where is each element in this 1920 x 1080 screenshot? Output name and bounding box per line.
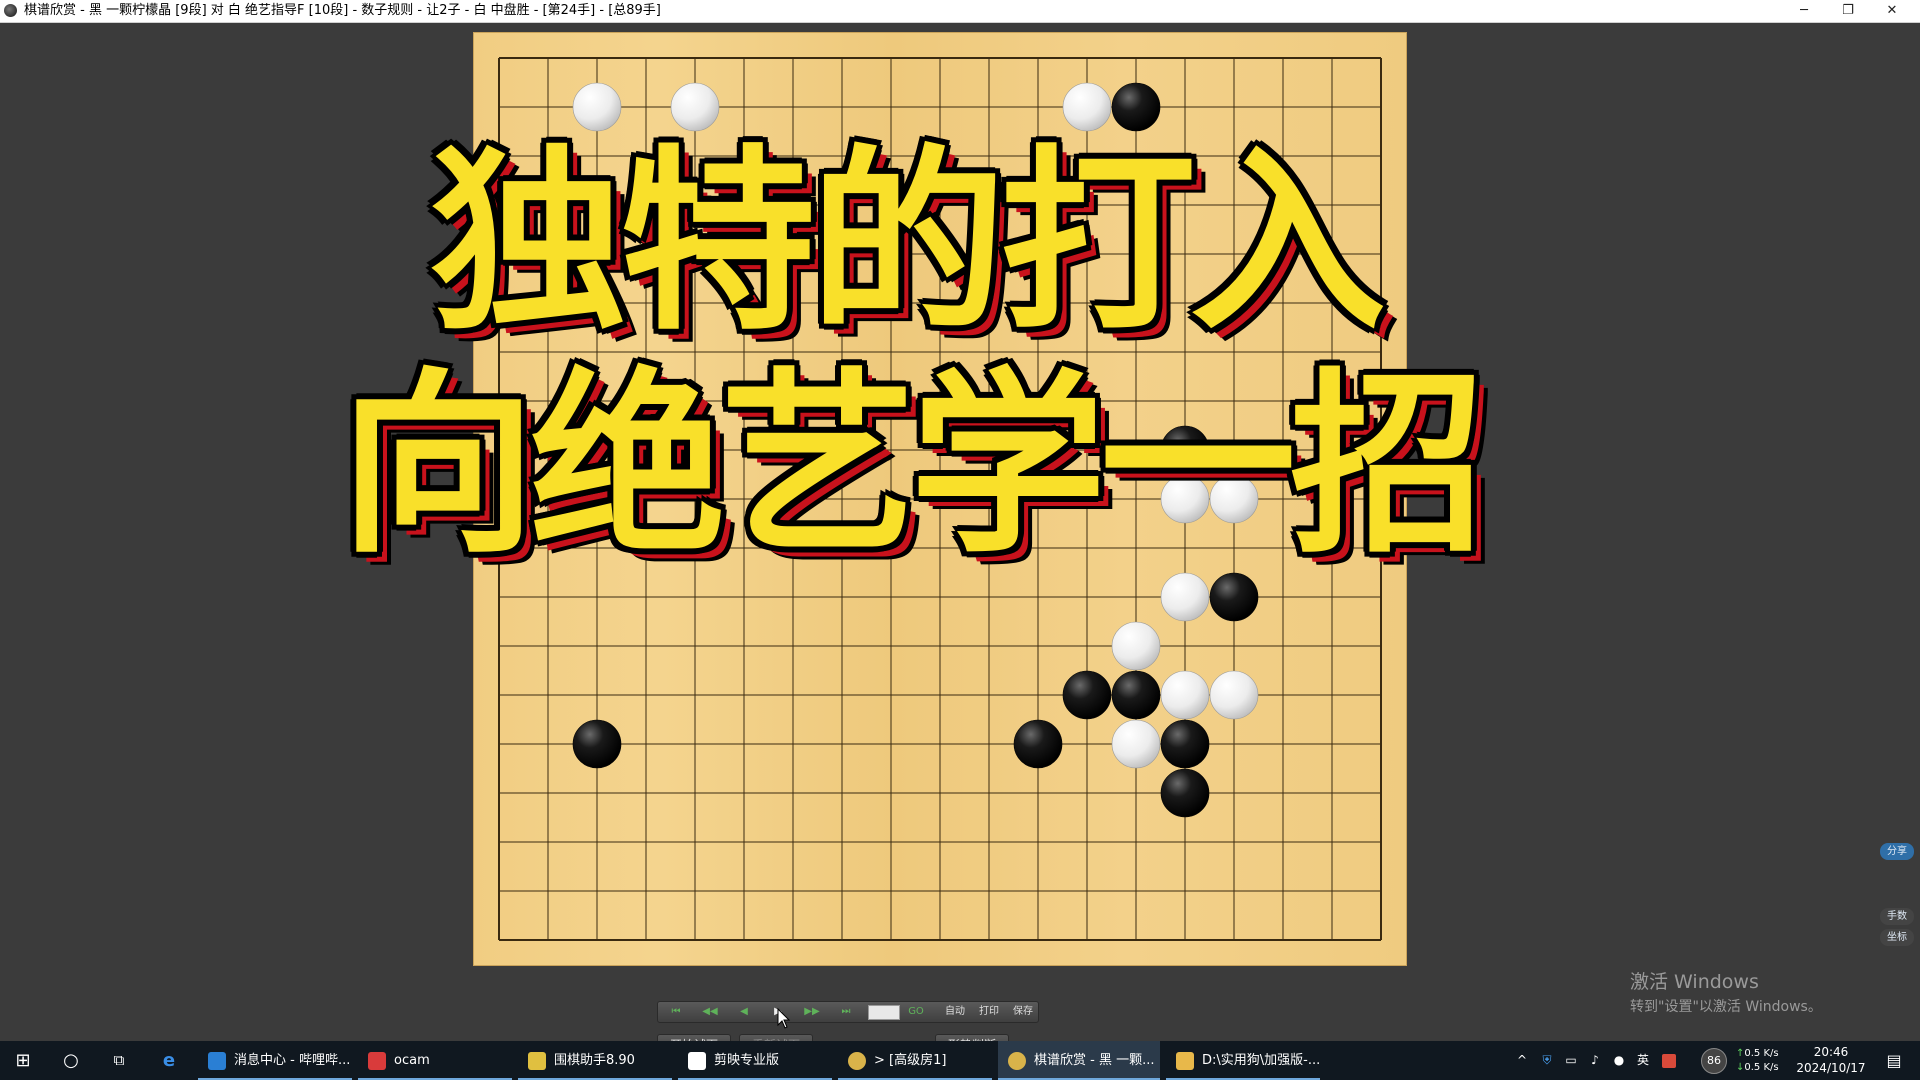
white-stone (572, 82, 622, 132)
black-stone (1160, 425, 1210, 475)
print-button[interactable]: 打印 (974, 1004, 1004, 1020)
tray-chevron-icon[interactable]: ^ (1512, 1041, 1532, 1080)
go-board[interactable] (473, 32, 1407, 966)
auto-button[interactable]: 自动 (940, 1004, 970, 1020)
task-ocam[interactable]: ocam (358, 1041, 512, 1080)
minimize-button[interactable]: ─ (1782, 0, 1826, 22)
battery-value: 86 (1701, 1047, 1727, 1074)
white-stone (1062, 82, 1112, 132)
task-label: 棋谱欣赏 - 黑 一颗... (1034, 1053, 1155, 1068)
net-speed: ↑0.5 K/s ↓0.5 K/s (1736, 1048, 1779, 1073)
go-client-icon (848, 1052, 866, 1070)
board-grid (498, 57, 1382, 941)
clock[interactable]: 20:46 2024/10/17 (1792, 1044, 1870, 1078)
watermark-line-2: 转到"设置"以激活 Windows。 (1630, 999, 1822, 1015)
close-button[interactable]: ✕ (1870, 0, 1914, 22)
microphone-icon[interactable]: ● (1608, 1041, 1630, 1080)
net-up-value: 0.5 (1744, 1048, 1761, 1059)
task-label: 剪映专业版 (714, 1053, 780, 1068)
search-circle-icon[interactable]: ○ (48, 1041, 94, 1080)
black-stone (1111, 670, 1161, 720)
task-label: D:\实用狗\加强版-... (1202, 1053, 1321, 1068)
white-stone (1160, 572, 1210, 622)
black-stone (1111, 82, 1161, 132)
fast-back-button[interactable]: ◀◀ (698, 1004, 722, 1020)
go-client-icon (1008, 1052, 1026, 1070)
ocam-icon (368, 1052, 386, 1070)
white-stone (670, 82, 720, 132)
task-jianying[interactable]: 剪映专业版 (678, 1041, 832, 1080)
go-assistant-icon (528, 1052, 546, 1070)
first-move-button[interactable]: ⏮ (664, 1004, 688, 1020)
window-title: 棋谱欣赏 - 黑 一颗柠檬晶 [9段] 对 白 绝艺指导F [10段] - 数子… (24, 3, 661, 18)
clock-date: 2024/10/17 (1796, 1061, 1866, 1075)
task-label: 消息中心 - 哔哩哔... (234, 1053, 351, 1068)
clock-time: 20:46 (1813, 1045, 1849, 1059)
share-button[interactable]: 分享 (1880, 843, 1914, 860)
fast-forward-button[interactable]: ▶▶ (800, 1004, 824, 1020)
folder-icon (1176, 1052, 1194, 1070)
black-stone (1209, 572, 1259, 622)
task-view-icon[interactable]: ⧉ (96, 1041, 142, 1080)
ie-icon[interactable]: e (146, 1041, 192, 1080)
go-button[interactable]: GO (904, 1004, 928, 1020)
white-stone (1209, 474, 1259, 524)
mouse-cursor-icon (777, 1008, 791, 1029)
browser-icon (208, 1052, 226, 1070)
save-button[interactable]: 保存 (1008, 1004, 1038, 1020)
net-down-value: 0.5 (1744, 1062, 1761, 1073)
task-go-assistant[interactable]: 围棋助手8.90 (518, 1041, 672, 1080)
volume-icon[interactable]: ♪ (1584, 1041, 1606, 1080)
notification-icon[interactable]: ▤ (1874, 1041, 1914, 1080)
white-stone (1111, 621, 1161, 671)
playback-controls: ⏮ ◀◀ ◀ ▶ ▶▶ ⏭ GO 自动 打印 保存 (657, 1001, 1039, 1023)
net-up-unit: K/s (1763, 1048, 1779, 1059)
black-stone (1160, 719, 1210, 769)
black-stone (1013, 719, 1063, 769)
back-button[interactable]: ◀ (732, 1004, 756, 1020)
black-stone (572, 719, 622, 769)
white-stone (1209, 670, 1259, 720)
last-move-button[interactable]: ⏭ (834, 1004, 858, 1020)
windows-icon[interactable]: ⊞ (0, 1041, 46, 1080)
coordinates-toggle[interactable]: 坐标 (1880, 929, 1914, 946)
black-stone (1062, 670, 1112, 720)
restore-button[interactable]: ❐ (1826, 0, 1870, 22)
activate-windows-watermark: 激活 Windows 转到"设置"以激活 Windows。 (1630, 967, 1822, 1016)
white-stone (1160, 670, 1210, 720)
ime-indicator[interactable]: 英 (1632, 1041, 1654, 1080)
main-area: 独特的打入 向绝艺学一招 ⏮ ◀◀ ◀ ▶ ▶▶ ⏭ GO 自动 打印 保存 开… (0, 23, 1920, 1056)
white-stone (1111, 719, 1161, 769)
network-icon[interactable]: ▭ (1560, 1041, 1582, 1080)
task-label: 围棋助手8.90 (554, 1053, 635, 1068)
title-bar: 棋谱欣赏 - 黑 一颗柠檬晶 [9段] 对 白 绝艺指导F [10段] - 数子… (0, 0, 1920, 23)
battery-badge: 86 (1700, 1041, 1728, 1080)
task-game-record[interactable]: 棋谱欣赏 - 黑 一颗... (998, 1041, 1160, 1080)
move-numbers-toggle[interactable]: 手数 (1880, 908, 1914, 925)
taskbar: ⊞ ○ ⧉ e 消息中心 - 哔哩哔... ocam 围棋助手8.90 剪映专业… (0, 1041, 1920, 1080)
security-shield-icon[interactable]: ⛨ (1536, 1041, 1558, 1080)
task-advanced-room[interactable]: > [高级房1] (838, 1041, 992, 1080)
task-label: > [高级房1] (874, 1053, 947, 1068)
app-tray-icon[interactable] (1658, 1041, 1680, 1080)
task-message-center[interactable]: 消息中心 - 哔哩哔... (198, 1041, 352, 1080)
black-stone (1160, 768, 1210, 818)
move-number-input[interactable] (868, 1005, 900, 1020)
jianying-icon (688, 1052, 706, 1070)
app-icon (4, 4, 17, 17)
task-file-explorer[interactable]: D:\实用狗\加强版-... (1166, 1041, 1320, 1080)
watermark-line-1: 激活 Windows (1630, 971, 1759, 993)
white-stone (1160, 474, 1210, 524)
task-label: ocam (394, 1053, 430, 1068)
net-down-unit: K/s (1763, 1062, 1779, 1073)
